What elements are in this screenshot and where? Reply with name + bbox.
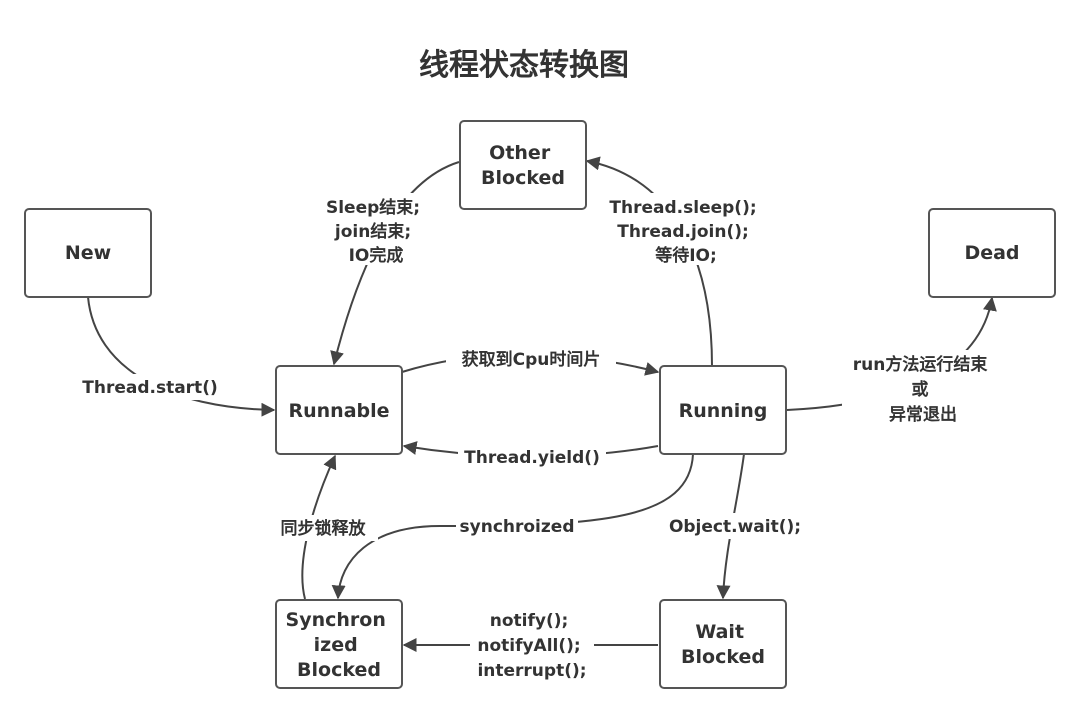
- label-synchroized: synchroized: [460, 517, 575, 537]
- label-thread-start: Thread.start(): [82, 378, 217, 398]
- label-notify: notify(); notifyAll(); interrupt();: [477, 611, 586, 681]
- node-synchronized-blocked: Synchron ized Blocked: [275, 599, 403, 689]
- label-lock-release: 同步锁释放: [281, 518, 367, 539]
- diagram-title: 线程状态转换图: [419, 48, 629, 83]
- node-running: Running: [659, 365, 787, 455]
- node-wait-blocked: Wait Blocked: [659, 599, 787, 689]
- label-object-wait: Object.wait();: [669, 517, 801, 537]
- label-get-cpu: 获取到Cpu时间片: [462, 349, 601, 370]
- svg-text:New: New: [65, 242, 111, 264]
- svg-text:Dead: Dead: [964, 242, 1019, 264]
- svg-text:Runnable: Runnable: [288, 400, 389, 422]
- thread-state-diagram: 线程状态转换图 Thread.start() 获取到Cpu时间片 Thread.…: [24, 48, 1056, 689]
- svg-text:Running: Running: [679, 400, 768, 422]
- label-yield: Thread.yield(): [464, 448, 600, 468]
- node-new: New: [24, 208, 152, 298]
- node-runnable: Runnable: [275, 365, 403, 455]
- node-dead: Dead: [928, 208, 1056, 298]
- node-other-blocked: Other Blocked: [459, 120, 587, 210]
